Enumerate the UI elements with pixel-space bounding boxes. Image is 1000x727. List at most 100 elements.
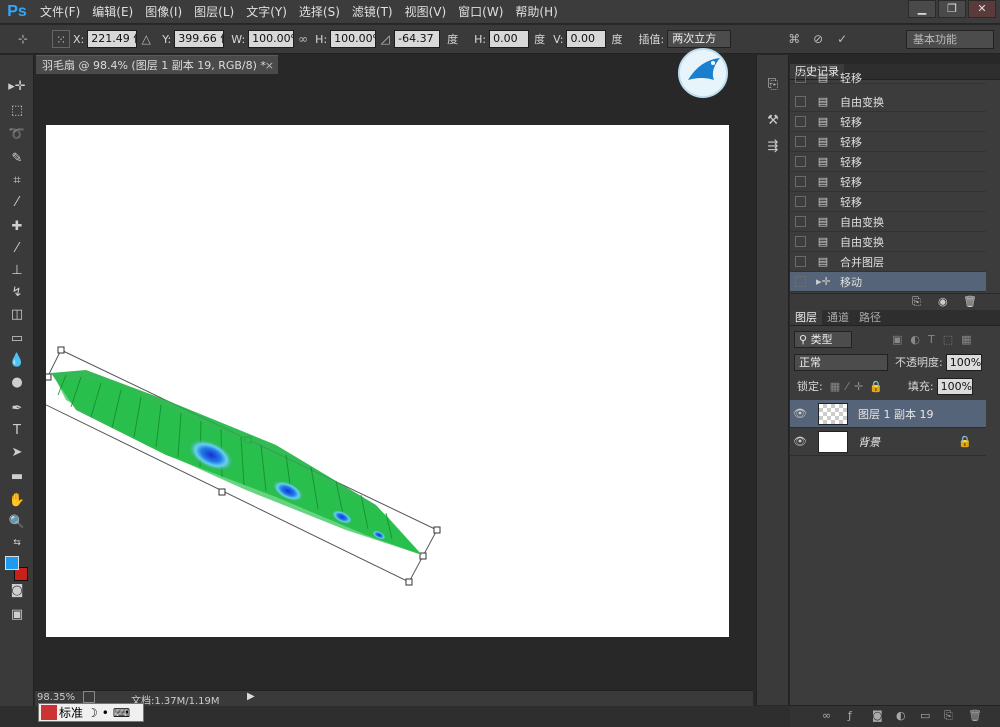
status-menu-icon[interactable] (83, 691, 95, 703)
brush-tool-icon[interactable]: ⁄ (6, 239, 28, 259)
delta-icon[interactable]: △ (137, 30, 155, 48)
history-snapshot-checkbox[interactable] (795, 196, 806, 207)
filter-adjustment-icon[interactable]: ◐ (910, 333, 920, 346)
history-snapshot-checkbox[interactable] (795, 256, 806, 267)
new-group-icon[interactable]: ▭ (920, 709, 930, 722)
new-layer-icon[interactable]: ⎘ (944, 709, 953, 723)
quick-mask-icon[interactable]: ◙ (6, 581, 28, 601)
tab-channels[interactable]: 通道 (822, 310, 854, 325)
tab-paths[interactable]: 路径 (854, 310, 886, 325)
clone-stamp-tool-icon[interactable]: ⊥ (6, 261, 28, 281)
path-selection-tool-icon[interactable]: ➤ (6, 443, 28, 463)
menu-type[interactable]: 文字(Y) (240, 0, 293, 24)
zoom-tool-icon[interactable]: 🔍 (6, 513, 28, 533)
history-row[interactable]: ▤ 自由变换 (790, 212, 986, 232)
eye-icon[interactable]: 👁 (790, 435, 810, 448)
dodge-tool-icon[interactable]: ● (6, 373, 28, 393)
history-row[interactable]: ▤ 自由变换 (790, 92, 986, 112)
history-snapshot-checkbox[interactable] (795, 136, 806, 147)
lock-transparency-icon[interactable]: ▦ (830, 380, 840, 393)
ime-logo-icon[interactable] (41, 705, 57, 720)
lock-pixels-icon[interactable]: ⁄ (846, 380, 848, 393)
eye-icon[interactable]: 👁 (790, 407, 810, 420)
add-mask-icon[interactable]: ◙ (872, 709, 883, 722)
hskew-field[interactable]: 0.00 (489, 30, 530, 48)
menu-view[interactable]: 视图(V) (399, 0, 453, 24)
layer-filter-select[interactable]: ⚲ 类型 (794, 330, 852, 348)
history-snapshot-checkbox[interactable] (795, 156, 806, 167)
angle-field[interactable]: -64.37 (394, 30, 441, 48)
lock-all-icon[interactable]: 🔒 (869, 380, 883, 393)
filter-pixel-icon[interactable]: ▣ (892, 333, 902, 346)
ime-moon-icon[interactable]: ☽ (87, 706, 98, 720)
menu-image[interactable]: 图像(I) (139, 0, 188, 24)
marquee-tool-icon[interactable]: ⬚ (6, 101, 28, 121)
delete-state-icon[interactable]: 🗑 (963, 295, 977, 308)
history-row[interactable]: ▤ 轻移 (790, 132, 986, 152)
pen-tool-icon[interactable]: ✒ (6, 399, 28, 419)
move-tool-icon[interactable]: ▸✛ (6, 77, 28, 97)
quick-select-tool-icon[interactable]: ✎ (6, 149, 28, 169)
tab-layers[interactable]: 图层 (790, 310, 822, 325)
history-row-selected[interactable]: ▸✛ 移动 (790, 272, 986, 292)
menu-window[interactable]: 窗口(W) (452, 0, 509, 24)
type-tool-icon[interactable]: T (6, 421, 28, 441)
delete-layer-icon[interactable]: 🗑 (968, 709, 982, 722)
new-document-from-state-icon[interactable]: ⎘ (912, 295, 921, 309)
brush-presets-icon[interactable]: ⚒ (763, 111, 783, 131)
ime-keyboard-icon[interactable]: ⌨ (113, 706, 130, 720)
crop-tool-icon[interactable]: ⌗ (6, 171, 28, 191)
commit-transform-icon[interactable]: ✓ (833, 30, 851, 48)
screen-mode-icon[interactable]: ▣ (6, 605, 28, 625)
history-brush-tool-icon[interactable]: ↯ (6, 283, 28, 303)
hand-tool-icon[interactable]: ✋ (6, 491, 28, 511)
new-adjustment-icon[interactable]: ◐ (896, 709, 906, 722)
history-panel-icon[interactable]: ⎘ (763, 75, 783, 95)
history-snapshot-checkbox[interactable] (795, 176, 806, 187)
zoom-level[interactable]: 98.35% (37, 692, 75, 703)
healing-brush-tool-icon[interactable]: ✚ (6, 217, 28, 237)
link-icon[interactable]: ∞ (294, 30, 312, 48)
foreground-color-swatch[interactable] (5, 556, 19, 570)
height-field[interactable]: 100.00% (330, 30, 377, 48)
ime-punct-icon[interactable]: • (102, 706, 109, 720)
history-snapshot-checkbox[interactable] (795, 72, 806, 83)
layer-style-icon[interactable]: ƒ (848, 709, 852, 722)
restore-button[interactable]: ❐ (938, 0, 966, 18)
filter-smart-object-icon[interactable]: ▦ (961, 333, 971, 346)
history-row[interactable]: ▤ 自由变换 (790, 232, 986, 252)
filter-shape-icon[interactable]: ⬚ (943, 333, 953, 346)
menu-filter[interactable]: 滤镜(T) (346, 0, 399, 24)
history-row[interactable]: ▤ 轻移 (790, 152, 986, 172)
menu-edit[interactable]: 编辑(E) (86, 0, 139, 24)
menu-select[interactable]: 选择(S) (293, 0, 346, 24)
width-field[interactable]: 100.00% (248, 30, 295, 48)
rectangle-tool-icon[interactable]: ▬ (6, 467, 28, 487)
filter-type-icon[interactable]: T (928, 333, 935, 346)
interpolation-select[interactable]: 两次立方 (667, 30, 732, 48)
menu-help[interactable]: 帮助(H) (509, 0, 563, 24)
history-row[interactable]: ▤ 轻移 (790, 71, 986, 85)
history-row[interactable]: ▤ 轻移 (790, 172, 986, 192)
eraser-tool-icon[interactable]: ◫ (6, 305, 28, 325)
vskew-field[interactable]: 0.00 (566, 30, 607, 48)
adjustments-icon[interactable]: ⇶ (763, 137, 783, 157)
x-position-field[interactable]: 221.49 像 (87, 30, 138, 48)
menu-file[interactable]: 文件(F) (34, 0, 86, 24)
history-snapshot-checkbox[interactable] (795, 276, 806, 287)
status-arrow-icon[interactable]: ▶ (247, 691, 255, 702)
history-row[interactable]: ▤ 合并图层 (790, 252, 986, 272)
document-canvas[interactable] (35, 125, 729, 637)
y-position-field[interactable]: 399.66 像 (174, 30, 225, 48)
history-snapshot-checkbox[interactable] (795, 236, 806, 247)
history-row[interactable]: ▤ 轻移 (790, 112, 986, 132)
ime-mode[interactable]: 标准 (59, 704, 83, 721)
lasso-tool-icon[interactable]: ➰ (6, 125, 28, 145)
document-close-icon[interactable]: × (265, 56, 274, 75)
close-window-button[interactable]: ✕ (968, 0, 996, 18)
cancel-transform-icon[interactable]: ⊘ (809, 30, 827, 48)
blend-mode-select[interactable]: 正常 (794, 353, 888, 371)
new-snapshot-icon[interactable]: ◉ (938, 295, 948, 308)
lock-position-icon[interactable]: ✛ (854, 380, 863, 393)
history-snapshot-checkbox[interactable] (795, 116, 806, 127)
